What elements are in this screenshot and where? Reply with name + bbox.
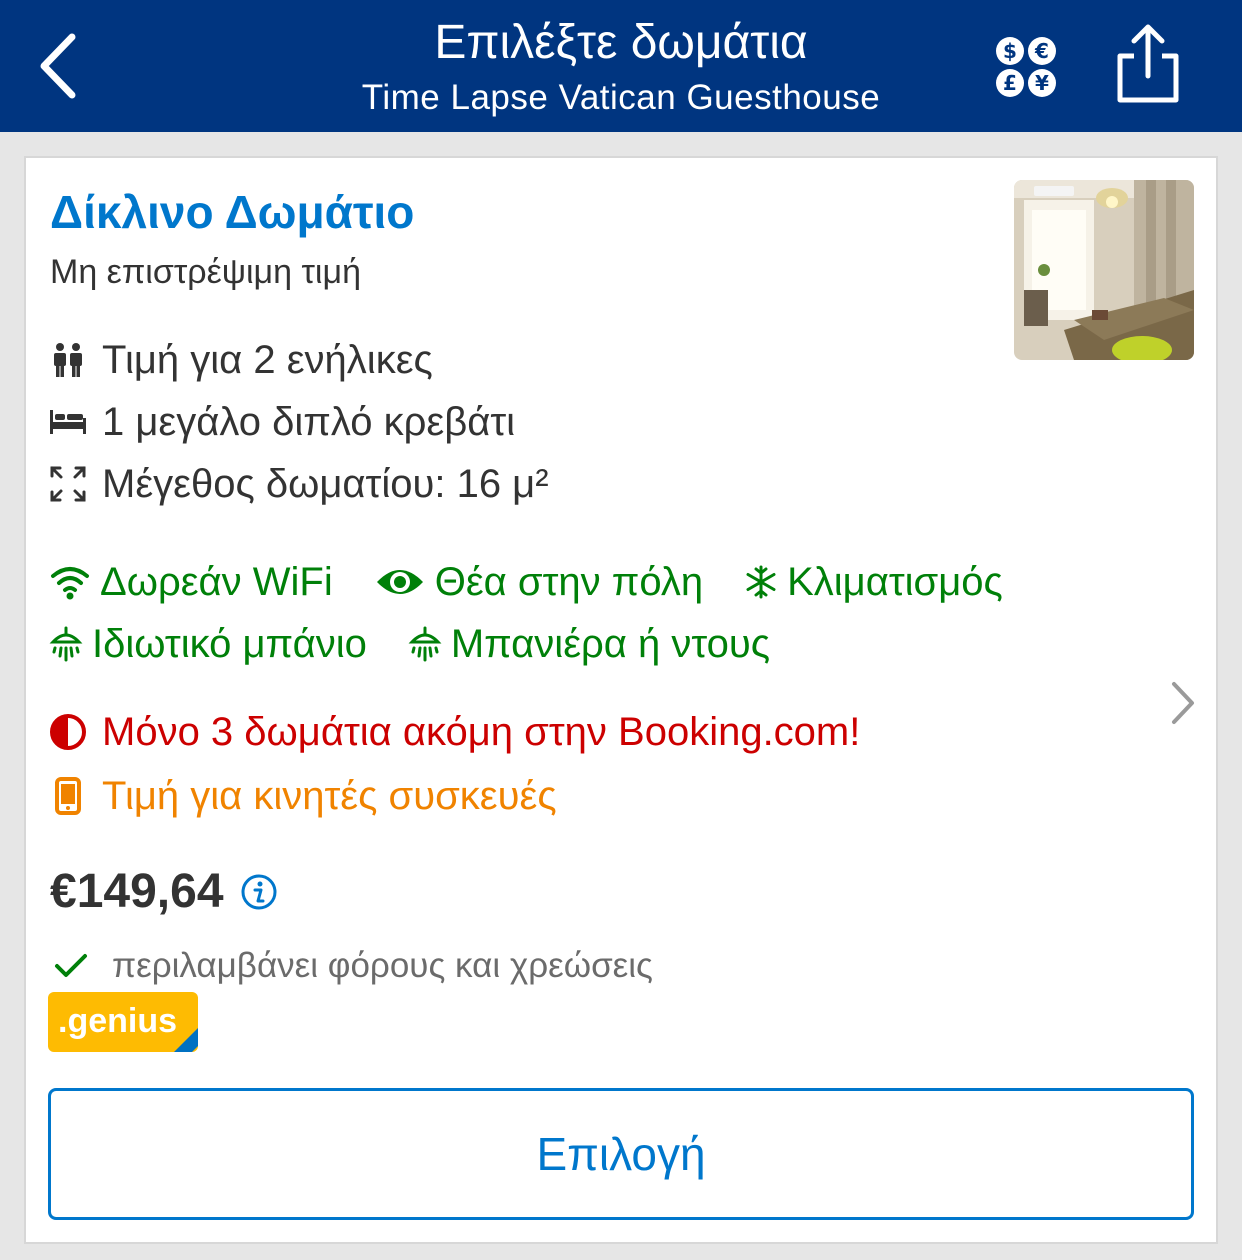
amenity-view: Θέα στην πόλη — [373, 556, 703, 608]
bed-icon — [50, 410, 86, 434]
amenity-text: Μπανιέρα ή ντους — [450, 622, 771, 666]
room-name[interactable]: Δίκλινο Δωμάτιο — [50, 184, 414, 240]
taxes-included: περιλαμβάνει φόρους και χρεώσεις — [54, 944, 653, 988]
availability-urgency: Μόνο 3 δωμάτια ακόμη στην Booking.com! — [48, 706, 860, 758]
room-size-icon — [50, 466, 86, 502]
mobile-phone-icon — [55, 777, 81, 815]
info-icon[interactable] — [240, 873, 278, 911]
amenity-text: Κλιματισμός — [787, 560, 1003, 604]
shower-icon — [408, 626, 442, 662]
fact-guests: Τιμή για 2 ενήλικες — [48, 334, 433, 386]
amenity-ac: Κλιματισμός — [743, 556, 1003, 608]
genius-badge: .genius — [48, 992, 198, 1052]
back-button[interactable] — [28, 26, 88, 106]
share-button[interactable] — [1112, 22, 1184, 106]
price-block: €149,64 — [50, 864, 278, 920]
currency-exchange-icon: $ € £ ¥ — [996, 37, 1056, 97]
amenity-text: Ιδιωτικό μπάνιο — [92, 622, 367, 666]
room-card[interactable]: Δίκλινο Δωμάτιο Μη επιστρέψιμη τιμή Τιμή… — [24, 156, 1218, 1244]
amenity-text: Δωρεάν WiFi — [100, 560, 333, 604]
room-photo-image — [1014, 180, 1194, 360]
svg-text:€: € — [1034, 39, 1049, 63]
half-circle-icon — [50, 714, 86, 750]
select-button-label: Επιλογή — [536, 1128, 706, 1180]
amenity-text: Θέα στην πόλη — [434, 560, 704, 604]
fact-size: Μέγεθος δωματίου: 16 μ² — [48, 458, 549, 510]
page-title: Επιλέξτε δωμάτια — [434, 16, 808, 69]
shower-icon — [49, 626, 83, 662]
refund-policy: Μη επιστρέψιμη τιμή — [50, 253, 361, 291]
mobile-price-notice: Τιμή για κινητές συσκευές — [48, 770, 557, 822]
fact-text: 1 μεγάλο διπλό κρεβάτι — [102, 400, 516, 444]
room-details-chevron[interactable] — [1166, 678, 1200, 728]
room-photo[interactable] — [1014, 180, 1194, 360]
amenity-private-bathroom: Ιδιωτικό μπάνιο — [48, 618, 367, 670]
fact-bed: 1 μεγάλο διπλό κρεβάτι — [48, 396, 515, 448]
wifi-icon — [51, 567, 89, 600]
nav-title-group: Επιλέξτε δωμάτια Time Lapse Vatican Gues… — [300, 14, 942, 124]
amenities-row-2: Ιδιωτικό μπάνιο Μπανιέρα ή ντους — [48, 618, 810, 670]
snowflake-icon — [746, 565, 776, 599]
guests-icon — [54, 343, 82, 377]
amenities-row-1: Δωρεάν WiFi Θέα στην πόλη Κλιματισμός — [48, 556, 1043, 608]
svg-text:.genius: .genius — [58, 1002, 177, 1040]
select-room-button[interactable]: Επιλογή — [48, 1088, 1194, 1220]
chevron-right-icon — [1172, 682, 1194, 724]
eye-icon — [376, 570, 423, 594]
svg-text:£: £ — [1003, 71, 1017, 95]
currency-button[interactable]: $ € £ ¥ — [992, 34, 1062, 100]
genius-logo: .genius — [48, 992, 198, 1052]
price-value: €149,64 — [50, 865, 224, 918]
fact-text: Τιμή για 2 ενήλικες — [102, 338, 433, 382]
share-icon — [1117, 24, 1179, 103]
checkmark-icon — [55, 954, 87, 977]
svg-text:¥: ¥ — [1035, 71, 1049, 95]
top-navigation-bar: Επιλέξτε δωμάτια Time Lapse Vatican Gues… — [0, 0, 1242, 132]
hotel-name: Time Lapse Vatican Guesthouse — [361, 78, 881, 117]
mobile-price-text: Τιμή για κινητές συσκευές — [102, 774, 557, 818]
amenity-wifi: Δωρεάν WiFi — [48, 556, 333, 608]
urgency-text: Μόνο 3 δωμάτια ακόμη στην Booking.com! — [102, 710, 861, 754]
amenity-bath-or-shower: Μπανιέρα ή ντους — [407, 618, 770, 670]
fact-text: Μέγεθος δωματίου: 16 μ² — [102, 462, 549, 506]
svg-text:$: $ — [1003, 39, 1017, 63]
taxes-text: περιλαμβάνει φόρους και χρεώσεις — [112, 946, 653, 985]
chevron-left-icon — [40, 33, 76, 99]
